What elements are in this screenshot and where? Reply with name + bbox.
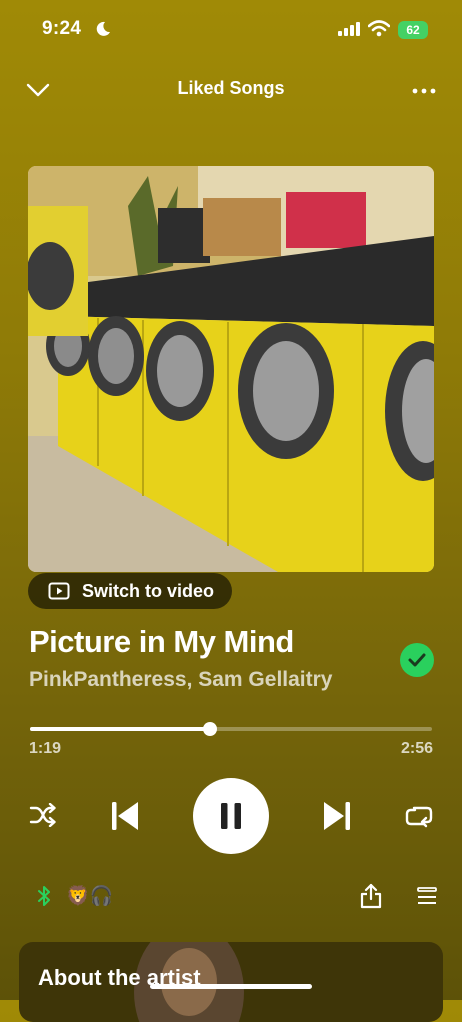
battery-level: 62 bbox=[406, 23, 420, 37]
album-artwork bbox=[28, 166, 434, 572]
video-icon bbox=[48, 582, 70, 600]
connected-device-emoji[interactable]: 🦁🎧 bbox=[66, 884, 113, 908]
progress-bar[interactable] bbox=[30, 727, 432, 731]
cellular-signal-icon bbox=[338, 22, 360, 36]
liked-check-button[interactable] bbox=[400, 643, 434, 677]
pause-button[interactable] bbox=[193, 778, 269, 854]
progress-fill bbox=[30, 727, 211, 731]
total-time: 2:56 bbox=[400, 740, 433, 757]
previous-track-icon[interactable] bbox=[111, 801, 139, 831]
checkmark-icon bbox=[408, 653, 426, 667]
pause-icon bbox=[221, 803, 241, 829]
moon-icon bbox=[96, 21, 110, 36]
progress-thumb[interactable] bbox=[203, 722, 218, 736]
next-track-icon[interactable] bbox=[323, 801, 351, 831]
shuffle-icon[interactable] bbox=[29, 803, 57, 827]
switch-to-video-button[interactable]: Switch to video bbox=[28, 573, 233, 609]
queue-icon[interactable] bbox=[417, 887, 437, 905]
share-icon[interactable] bbox=[359, 883, 383, 909]
track-title[interactable]: Picture in My Mind bbox=[29, 624, 294, 660]
track-artists[interactable]: PinkPantheress, Sam Gellaitry bbox=[29, 668, 332, 692]
home-indicator[interactable] bbox=[150, 984, 312, 989]
bluetooth-icon[interactable] bbox=[37, 885, 51, 907]
more-options-icon[interactable] bbox=[412, 88, 436, 94]
switch-to-video-label: Switch to video bbox=[82, 580, 215, 601]
battery-indicator: 62 bbox=[398, 21, 428, 39]
wifi-icon bbox=[368, 20, 390, 37]
status-time: 9:24 bbox=[42, 18, 82, 39]
repeat-icon[interactable] bbox=[405, 804, 433, 828]
elapsed-time: 1:19 bbox=[29, 740, 62, 757]
playlist-title: Liked Songs bbox=[177, 78, 285, 98]
